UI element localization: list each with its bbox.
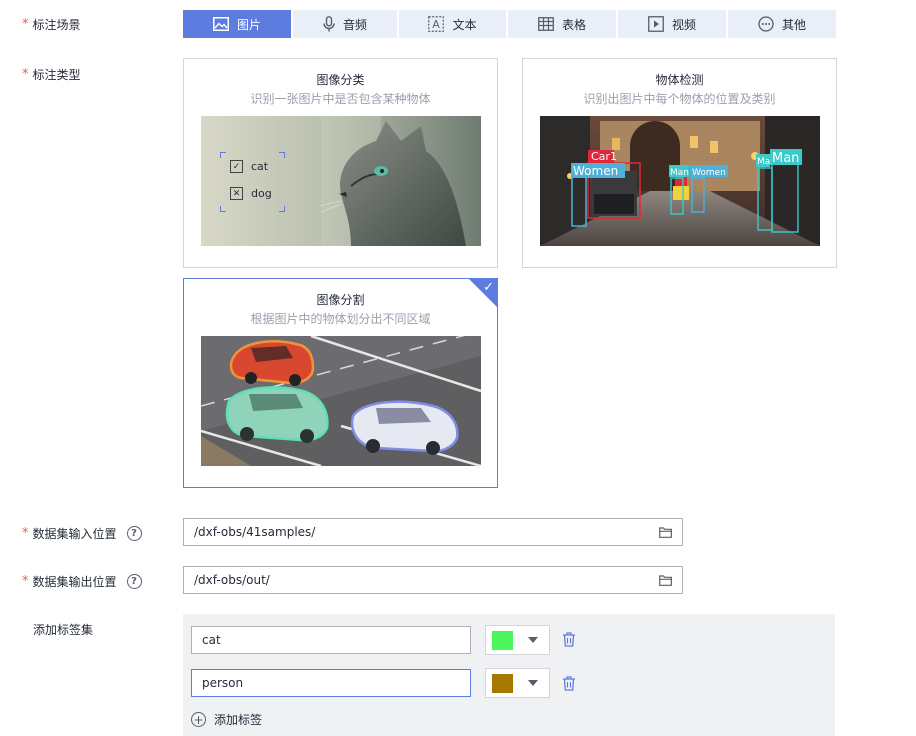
- tab-audio[interactable]: 音频: [293, 10, 397, 38]
- dataset-output-field[interactable]: /dxf-obs/out/: [183, 566, 683, 594]
- svg-text:A: A: [433, 18, 441, 31]
- text-icon: A: [428, 16, 445, 32]
- required-mark: *: [22, 574, 29, 589]
- box-label-women: Women: [573, 164, 618, 178]
- tag-color-picker[interactable]: [485, 625, 550, 655]
- required-mark: *: [22, 67, 29, 82]
- cat-image: ✓ cat ✕ dog: [201, 116, 481, 246]
- plus-circle-icon: +: [191, 712, 206, 727]
- tab-text-label: 文本: [452, 17, 477, 32]
- dataset-input-field[interactable]: /dxf-obs/41samples/: [183, 518, 683, 546]
- chevron-down-icon: [528, 680, 538, 686]
- scene-label-text: 标注场景: [32, 18, 81, 32]
- labelset-label: 添加标签集: [22, 621, 93, 638]
- box-label-car: Car1: [591, 150, 617, 163]
- image-icon: [212, 17, 229, 31]
- video-icon: [648, 16, 664, 32]
- scene-tabs: 图片 音频 A 文本 表格 视频 其他: [183, 10, 836, 38]
- folder-icon[interactable]: [659, 574, 672, 586]
- help-icon[interactable]: ?: [126, 526, 142, 541]
- labelset-label-text: 添加标签集: [33, 623, 94, 637]
- labelset-panel: cat person + 添加标签: [183, 614, 835, 736]
- tab-other-label: 其他: [781, 17, 806, 32]
- check-box-icon: ✓: [230, 160, 243, 173]
- box-label-ma: Ma: [757, 157, 770, 167]
- dataset-input-value: /dxf-obs/41samples/: [194, 525, 316, 539]
- classification-overlay: ✓ cat ✕ dog: [220, 152, 285, 212]
- folder-icon[interactable]: [659, 526, 672, 538]
- card-title: 图像分割: [316, 293, 365, 307]
- input-label: * 数据集输入位置 ?: [22, 525, 142, 542]
- tag-name-value: cat: [202, 633, 221, 647]
- microphone-icon: [323, 16, 335, 32]
- card-desc: 识别一张图片中是否包含某种物体: [250, 92, 431, 106]
- color-swatch: [492, 673, 513, 693]
- type-label-text: 标注类型: [32, 68, 81, 82]
- input-label-text: 数据集输入位置: [32, 527, 117, 541]
- card-title: 图像分类: [316, 73, 365, 87]
- tag-name-value: person: [202, 676, 244, 690]
- option-dog: dog: [251, 187, 272, 200]
- add-tag-label: 添加标签: [214, 713, 263, 727]
- card-desc: 根据图片中的物体划分出不同区域: [250, 312, 431, 326]
- cars-image: [201, 336, 481, 466]
- card-image-segmentation[interactable]: 图像分割 根据图片中的物体划分出不同区域 ✓: [183, 278, 498, 488]
- box-label-man-2: Man: [772, 151, 799, 166]
- more-icon: [758, 16, 774, 32]
- trash-icon[interactable]: [562, 632, 576, 647]
- tab-audio-label: 音频: [342, 17, 367, 32]
- card-object-detection[interactable]: 物体检测 识别出图片中每个物体的位置及类别 Car1 Women Man Wom…: [522, 58, 837, 268]
- required-mark: *: [22, 526, 29, 541]
- tab-text[interactable]: A 文本: [399, 10, 506, 38]
- output-label: * 数据集输出位置 ?: [22, 573, 142, 590]
- required-mark: *: [22, 17, 29, 32]
- help-icon[interactable]: ?: [126, 574, 142, 589]
- tab-video-label: 视频: [671, 17, 696, 32]
- tab-table[interactable]: 表格: [508, 10, 616, 38]
- card-image-classification[interactable]: 图像分类 识别一张图片中是否包含某种物体 ✓ cat ✕ dog: [183, 58, 498, 268]
- check-icon: ✓: [483, 280, 494, 295]
- output-label-text: 数据集输出位置: [32, 575, 117, 589]
- card-desc: 识别出图片中每个物体的位置及类别: [583, 92, 776, 106]
- type-label: * 标注类型: [22, 66, 81, 83]
- chevron-down-icon: [528, 637, 538, 643]
- tab-other[interactable]: 其他: [728, 10, 836, 38]
- box-label-women-2: Women: [692, 168, 726, 178]
- scene-label: * 标注场景: [22, 16, 81, 33]
- card-title: 物体检测: [655, 73, 704, 87]
- add-tag-button[interactable]: + 添加标签: [191, 711, 262, 728]
- tab-video[interactable]: 视频: [618, 10, 726, 38]
- tag-name-input[interactable]: cat: [191, 626, 471, 654]
- tag-name-input[interactable]: person: [191, 669, 471, 697]
- trash-icon[interactable]: [562, 676, 576, 691]
- box-label-man: Man: [670, 168, 689, 178]
- option-cat: cat: [251, 160, 269, 173]
- color-swatch: [492, 630, 513, 650]
- tab-table-label: 表格: [561, 17, 586, 32]
- tab-image-label: 图片: [236, 17, 261, 32]
- table-icon: [538, 17, 554, 31]
- tag-color-picker[interactable]: [485, 668, 550, 698]
- street-image: Car1 Women Man Women Ma Man: [540, 116, 820, 246]
- tab-image[interactable]: 图片: [183, 10, 291, 38]
- cross-box-icon: ✕: [230, 187, 243, 200]
- dataset-output-value: /dxf-obs/out/: [194, 573, 270, 587]
